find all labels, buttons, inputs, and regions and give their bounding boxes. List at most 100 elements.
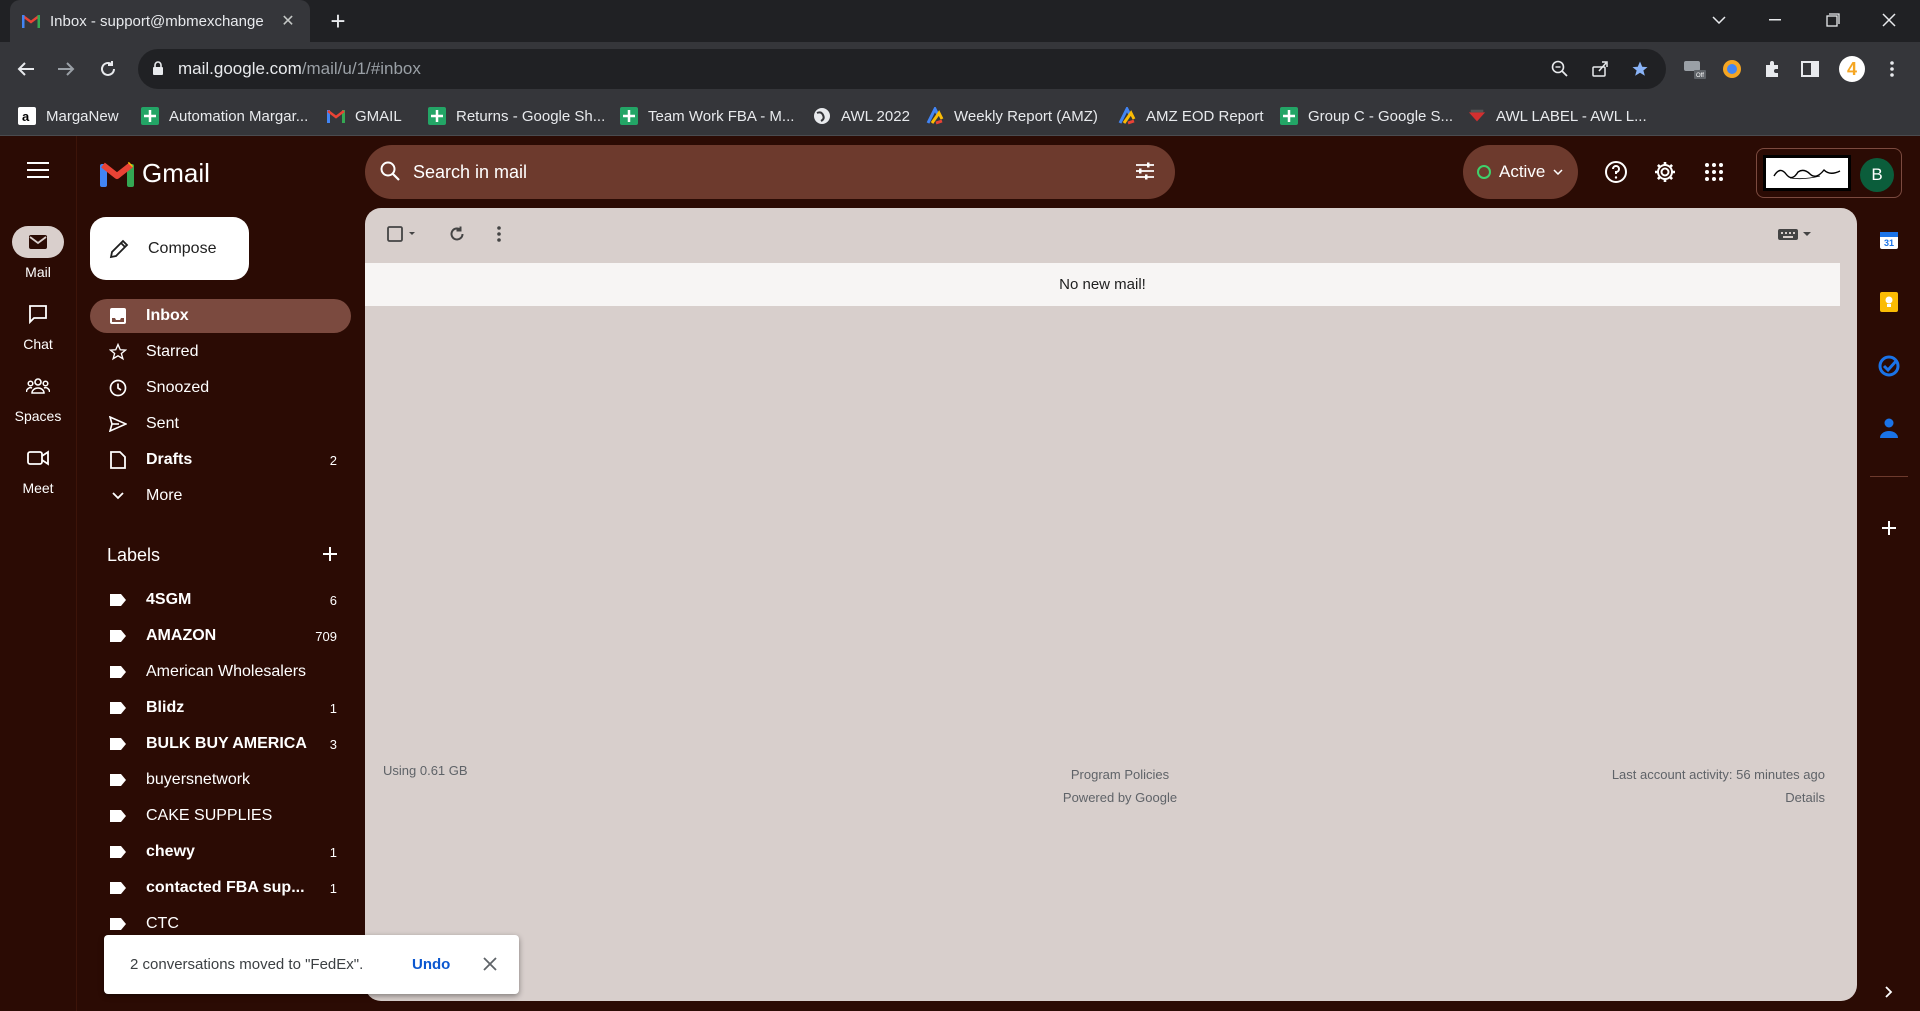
nav-item-inbox[interactable]: Inbox <box>90 299 351 333</box>
help-icon[interactable] <box>1600 156 1632 188</box>
bookmark-item[interactable]: Team Work FBA - M... <box>620 104 794 128</box>
organization-logo <box>1763 155 1851 191</box>
label-item[interactable]: AMAZON 709 <box>90 619 351 653</box>
label-count: 1 <box>329 700 337 716</box>
browser-tab[interactable]: Inbox - support@mbmexchange ✕ <box>10 0 310 42</box>
profile-badge[interactable]: 4 <box>1838 55 1866 83</box>
close-window-icon[interactable] <box>1866 0 1912 40</box>
select-all-checkbox[interactable] <box>383 222 423 246</box>
search-bar[interactable] <box>365 145 1175 199</box>
storage-usage[interactable]: Using 0.61 GB <box>383 763 468 778</box>
label-count: 6 <box>329 592 337 608</box>
gmail-logo[interactable]: Gmail <box>100 158 210 189</box>
new-tab-button[interactable]: + <box>324 8 352 36</box>
label-item[interactable]: American Wholesalers <box>90 655 351 689</box>
nav-item-drafts[interactable]: Drafts 2 <box>90 443 351 477</box>
share-icon[interactable] <box>1586 55 1614 83</box>
inbox-icon <box>108 306 128 326</box>
message-list-panel: No new mail! Using 0.61 GB Program Polic… <box>365 208 1857 1001</box>
more-actions-icon[interactable] <box>491 222 507 246</box>
bookmark-item[interactable]: AWL LABEL - AWL L... <box>1468 104 1647 128</box>
nav-item-more[interactable]: More <box>90 479 351 513</box>
last-activity-text: Last account activity: 56 minutes ago <box>1611 767 1825 782</box>
label-item[interactable]: Blidz 1 <box>90 691 351 725</box>
program-policies-link[interactable]: Program Policies <box>1010 763 1230 786</box>
account-switcher[interactable]: B <box>1756 148 1902 198</box>
label-count: 1 <box>329 880 337 896</box>
avatar[interactable]: B <box>1860 158 1894 192</box>
details-link[interactable]: Details <box>1612 786 1825 809</box>
bookmark-star-icon[interactable] <box>1626 55 1654 83</box>
chevron-down-icon <box>1553 169 1563 175</box>
label-item[interactable]: contacted FBA sup... 1 <box>90 871 351 905</box>
input-tools-keyboard-icon[interactable] <box>1775 222 1815 246</box>
nav-item-starred[interactable]: Starred <box>90 335 351 369</box>
reload-icon[interactable] <box>94 55 122 83</box>
forward-arrow-icon[interactable] <box>52 55 80 83</box>
restore-icon[interactable] <box>1810 0 1856 40</box>
label-item[interactable]: 4SGM 6 <box>90 583 351 617</box>
tab-search-icon[interactable] <box>1696 0 1742 40</box>
add-addon-icon[interactable] <box>1875 514 1903 542</box>
apps-grid-icon[interactable] <box>1698 156 1730 188</box>
bookmark-item[interactable]: Weekly Report (AMZ) <box>926 104 1098 128</box>
url-path: /mail/u/1/#inbox <box>301 59 421 78</box>
compose-button[interactable]: Compose <box>90 217 249 280</box>
bookmark-label: Group C - Google S... <box>1308 107 1454 125</box>
undo-button[interactable]: Undo <box>412 956 450 973</box>
bookmark-item[interactable]: GMAIL <box>327 104 402 128</box>
close-tab-icon[interactable]: ✕ <box>278 11 298 31</box>
bookmark-item[interactable]: Group C - Google S... <box>1280 104 1453 128</box>
expand-side-panel-icon[interactable] <box>1875 978 1903 1006</box>
browser-menu-icon[interactable] <box>1878 55 1906 83</box>
search-options-icon[interactable] <box>1133 159 1157 183</box>
bookmark-item[interactable]: Automation Margar... <box>141 104 308 128</box>
label-name: contacted FBA sup... <box>146 879 305 896</box>
address-bar[interactable]: mail.google.com/mail/u/1/#inbox <box>138 49 1666 89</box>
zoom-icon[interactable] <box>1546 55 1574 83</box>
nav-item-snoozed[interactable]: Snoozed <box>90 371 351 405</box>
contacts-icon[interactable] <box>1875 414 1903 442</box>
bookmark-label: Weekly Report (AMZ) <box>954 107 1098 125</box>
main-menu-icon[interactable] <box>22 154 54 186</box>
label-item[interactable]: BULK BUY AMERICA 3 <box>90 727 351 761</box>
minimize-icon[interactable] <box>1752 0 1798 40</box>
refresh-icon[interactable] <box>445 222 469 246</box>
label-item[interactable]: chewy 1 <box>90 835 351 869</box>
keep-icon[interactable] <box>1875 288 1903 316</box>
spaces-icon <box>12 370 64 402</box>
search-input[interactable] <box>413 160 1093 184</box>
rail-item-chat[interactable]: Chat <box>0 298 76 352</box>
nav-item-sent[interactable]: Sent <box>90 407 351 441</box>
label-name: CAKE SUPPLIES <box>146 807 273 824</box>
label-name: Blidz <box>146 699 185 716</box>
label-item[interactable]: buyersnetwork <box>90 763 351 797</box>
extension-off-icon[interactable]: Off <box>1680 55 1708 83</box>
status-button[interactable]: Active <box>1463 145 1578 199</box>
extension-color-icon[interactable] <box>1718 55 1746 83</box>
label-icon <box>108 842 128 862</box>
add-label-icon[interactable] <box>318 542 342 566</box>
extensions-puzzle-icon[interactable] <box>1758 55 1786 83</box>
label-item[interactable]: CAKE SUPPLIES <box>90 799 351 833</box>
clock-icon <box>108 378 128 398</box>
tasks-icon[interactable] <box>1875 352 1903 380</box>
bookmark-item[interactable]: AMZ EOD Report <box>1118 104 1264 128</box>
calendar-icon[interactable]: 31 <box>1875 226 1903 254</box>
rail-item-mail[interactable]: Mail <box>0 226 76 280</box>
close-icon[interactable] <box>479 953 501 975</box>
rail-item-spaces[interactable]: Spaces <box>0 370 76 424</box>
bookmark-item[interactable]: Returns - Google Sh... <box>428 104 605 128</box>
bookmark-label: GMAIL <box>355 107 402 125</box>
label-icon <box>108 806 128 826</box>
back-arrow-icon[interactable] <box>12 55 40 83</box>
label-name: chewy <box>146 843 195 860</box>
rail-item-meet[interactable]: Meet <box>0 442 76 496</box>
settings-gear-icon[interactable] <box>1649 156 1681 188</box>
search-icon[interactable] <box>379 160 401 182</box>
chevron-down-icon <box>108 486 128 506</box>
side-panel-icon[interactable] <box>1796 55 1824 83</box>
svg-text:a: a <box>22 109 30 124</box>
bookmark-item[interactable]: a MargaNew <box>18 104 119 128</box>
bookmark-item[interactable]: AWL 2022 <box>813 104 910 128</box>
